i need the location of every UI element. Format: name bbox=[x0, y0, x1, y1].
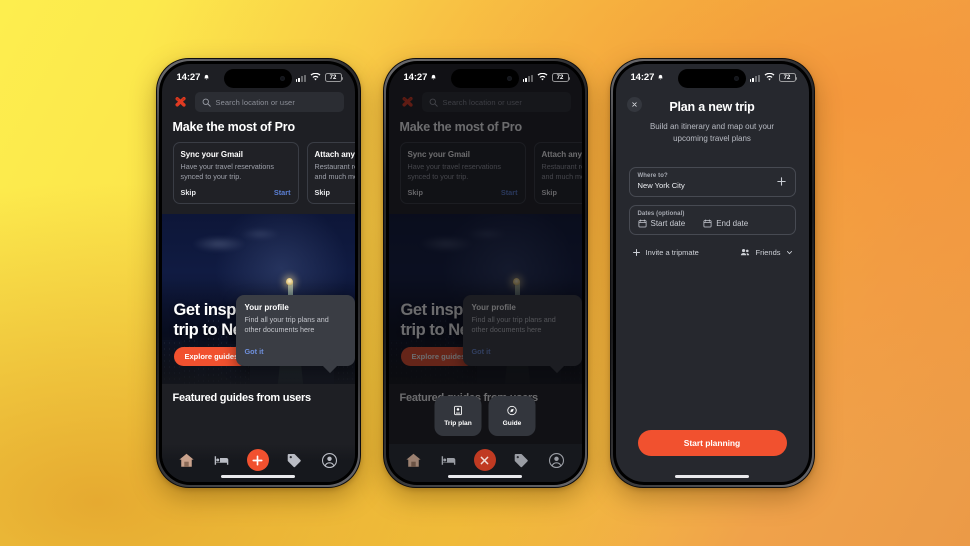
modal-header: Plan a new trip Build an itinerary and m… bbox=[616, 88, 809, 145]
phone-3-screen: 14:27 72 Plan a new trip Build an itiner… bbox=[615, 64, 809, 482]
wifi-icon bbox=[537, 73, 547, 81]
action-label: Guide bbox=[502, 420, 522, 427]
tag-icon[interactable] bbox=[286, 452, 303, 469]
plus-icon[interactable] bbox=[776, 176, 787, 187]
plus-icon bbox=[252, 454, 264, 466]
bell-icon bbox=[658, 74, 663, 79]
phone-1-screen: 14:27 72 Search location or user Make th… bbox=[161, 64, 355, 482]
cellular-signal-icon bbox=[295, 74, 306, 82]
card-skip-button[interactable]: Skip bbox=[315, 188, 330, 197]
dynamic-island bbox=[451, 69, 519, 88]
status-time: 14:27 bbox=[176, 72, 201, 83]
cellular-signal-icon bbox=[749, 74, 760, 82]
modal-title: Plan a new trip bbox=[669, 100, 755, 114]
home-indicator bbox=[448, 475, 522, 478]
dynamic-island bbox=[224, 69, 292, 88]
bell-icon bbox=[431, 74, 436, 79]
create-button[interactable] bbox=[246, 449, 269, 471]
phone-1-home: 14:27 72 Search location or user Make th… bbox=[155, 58, 361, 488]
app-logo-icon[interactable] bbox=[173, 95, 188, 110]
compass-icon bbox=[507, 405, 517, 416]
destination-value: New York City bbox=[637, 181, 685, 190]
home-icon[interactable] bbox=[178, 452, 195, 469]
close-modal-button[interactable] bbox=[626, 97, 642, 112]
dates-field[interactable]: Dates (optional) Start date End date bbox=[628, 205, 796, 235]
pro-card-list: Sync your Gmail Have your travel reserva… bbox=[172, 142, 355, 204]
card-skip-button[interactable]: Skip bbox=[181, 188, 196, 197]
status-time: 14:27 bbox=[630, 72, 655, 83]
tooltip-got-it-button[interactable]: Got it bbox=[245, 347, 264, 356]
wifi-icon bbox=[764, 73, 774, 81]
modal-subtitle: Build an itinerary and map out your upco… bbox=[649, 122, 775, 143]
start-date-input[interactable]: Start date bbox=[638, 219, 686, 228]
app-header: Search location or user bbox=[162, 88, 355, 120]
card-title: Sync your Gmail bbox=[180, 150, 243, 159]
trip-form: Where to? New York City Dates (optional)… bbox=[616, 145, 809, 257]
tag-icon[interactable] bbox=[513, 452, 530, 469]
dates-label: Dates (optional) bbox=[637, 211, 685, 217]
phone-2-action-sheet: 14:27 72 Search location or user bbox=[382, 58, 588, 488]
close-icon bbox=[631, 102, 637, 107]
featured-guides-title: Featured guides from users bbox=[172, 391, 312, 404]
search-placeholder: Search location or user bbox=[215, 97, 295, 107]
visibility-selector[interactable]: Friends bbox=[740, 247, 792, 257]
create-action-sheet: Trip plan Guide bbox=[434, 396, 536, 436]
bed-icon[interactable] bbox=[440, 452, 457, 469]
cellular-signal-icon bbox=[522, 74, 533, 82]
home-icon[interactable] bbox=[405, 452, 422, 469]
hero-banner: Get inspired for your trip to New York C… bbox=[161, 213, 355, 384]
invite-row: Invite a tripmate Friends bbox=[629, 243, 796, 257]
chevron-down-icon bbox=[786, 250, 792, 254]
search-icon bbox=[202, 98, 211, 107]
home-indicator bbox=[221, 475, 295, 478]
action-label: Trip plan bbox=[444, 420, 472, 427]
invite-label: Invite a tripmate bbox=[645, 247, 699, 257]
tooltip-body: Find all your trip plans and other docum… bbox=[244, 315, 329, 335]
battery-indicator: 72 bbox=[778, 73, 798, 82]
card-title: Attach any reservation bbox=[314, 150, 355, 159]
pro-section-title: Make the most of Pro bbox=[172, 120, 296, 134]
destination-field[interactable]: Where to? New York City bbox=[628, 167, 796, 197]
wifi-icon bbox=[310, 73, 320, 81]
calendar-icon bbox=[638, 219, 646, 228]
pro-section: Make the most of Pro Sync your Gmail Hav… bbox=[162, 120, 355, 204]
home-indicator bbox=[675, 475, 749, 478]
person-circle-icon[interactable] bbox=[321, 452, 338, 469]
close-icon bbox=[481, 456, 489, 464]
phone-2-screen: 14:27 72 Search location or user bbox=[388, 64, 582, 482]
calendar-icon bbox=[703, 219, 712, 228]
action-guide[interactable]: Guide bbox=[488, 396, 536, 436]
tooltip-title: Your profile bbox=[244, 303, 289, 312]
plus-icon bbox=[632, 248, 640, 256]
pro-card-gmail[interactable]: Sync your Gmail Have your travel reserva… bbox=[172, 142, 299, 204]
end-date-input[interactable]: End date bbox=[703, 219, 748, 228]
action-trip-plan[interactable]: Trip plan bbox=[434, 396, 482, 436]
battery-indicator: 72 bbox=[551, 73, 571, 82]
visibility-label: Friends bbox=[755, 247, 781, 257]
end-date-placeholder: End date bbox=[716, 219, 749, 228]
card-start-button[interactable]: Start bbox=[274, 188, 291, 197]
profile-tooltip: Your profile Find all your trip plans an… bbox=[235, 295, 355, 366]
battery-indicator: 72 bbox=[324, 73, 344, 82]
bed-icon[interactable] bbox=[213, 452, 230, 469]
card-body: Have your travel reservations synced to … bbox=[180, 162, 274, 182]
friends-icon bbox=[741, 249, 750, 256]
card-body: Restaurant reservations, tickets, and mu… bbox=[314, 162, 355, 182]
dynamic-island bbox=[678, 69, 746, 88]
phone-3-plan-trip: 14:27 72 Plan a new trip Build an itiner… bbox=[609, 58, 815, 488]
pro-card-reservation[interactable]: Attach any reservation Restaurant reserv… bbox=[306, 142, 355, 204]
trip-plan-icon bbox=[454, 405, 462, 416]
person-circle-icon[interactable] bbox=[548, 452, 565, 469]
start-date-placeholder: Start date bbox=[650, 219, 686, 228]
status-time: 14:27 bbox=[403, 72, 428, 83]
phone-mockup-stage: 14:27 72 Search location or user Make th… bbox=[0, 0, 970, 546]
destination-label: Where to? bbox=[637, 173, 668, 179]
start-planning-button[interactable]: Start planning bbox=[637, 430, 787, 456]
close-create-button[interactable] bbox=[473, 449, 496, 471]
bell-icon bbox=[204, 74, 209, 79]
invite-tripmate-button[interactable]: Invite a tripmate bbox=[632, 248, 699, 257]
search-input[interactable]: Search location or user bbox=[194, 92, 344, 112]
